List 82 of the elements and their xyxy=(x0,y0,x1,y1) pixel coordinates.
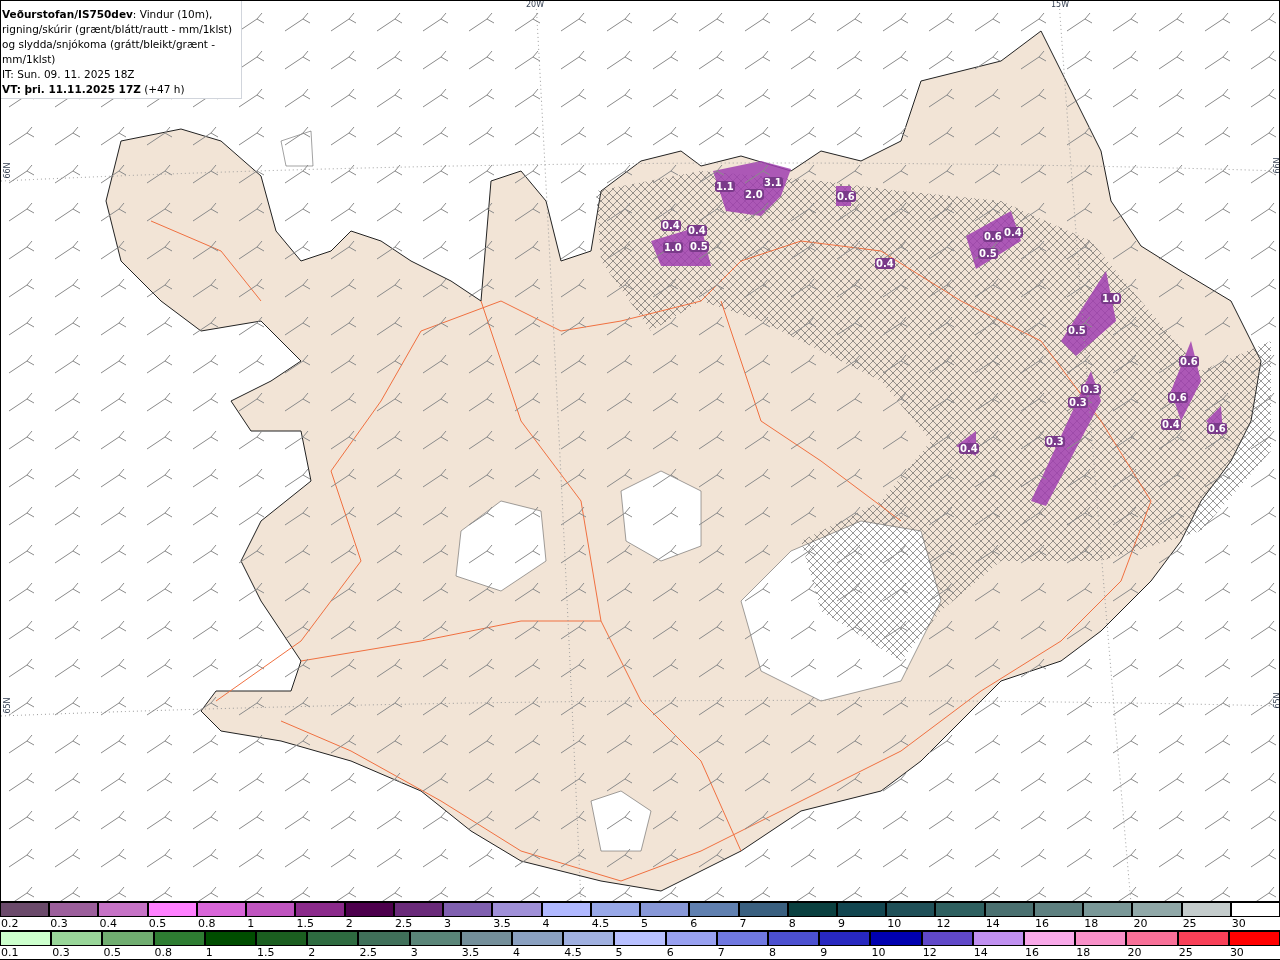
legend-value: 10 xyxy=(886,917,902,930)
legend-value: 0.5 xyxy=(102,946,121,959)
legend-value: 4 xyxy=(512,946,521,959)
legend-value: 3.5 xyxy=(492,917,511,930)
precipitation-value: 0.4 xyxy=(687,225,707,236)
legend-value: 9 xyxy=(819,946,828,959)
grid-label: 15W xyxy=(1051,1,1070,9)
legend-value: 4.5 xyxy=(563,946,582,959)
legend-value: 16 xyxy=(1033,917,1049,930)
legend-value: 4 xyxy=(541,917,550,930)
legend-value: 0.4 xyxy=(98,917,117,930)
legend-value: 25 xyxy=(1177,946,1193,959)
legend-value: 1 xyxy=(204,946,213,959)
precipitation-value: 3.1 xyxy=(763,177,783,188)
precipitation-value: 0.5 xyxy=(689,241,709,252)
legend-value: 4.5 xyxy=(590,917,610,930)
legend-value: 2.5 xyxy=(393,917,413,930)
legend-value: 30 xyxy=(1228,946,1244,959)
legend-value: 7 xyxy=(738,917,747,930)
legend-value: 1 xyxy=(246,917,255,930)
legend-value: 3 xyxy=(409,946,418,959)
precipitation-value: 0.5 xyxy=(1067,325,1087,336)
precipitation-value: 1.0 xyxy=(663,242,683,253)
legend-value: 1.5 xyxy=(295,917,314,930)
precipitation-value: 0.3 xyxy=(1081,384,1101,395)
grid-label: 66N xyxy=(1272,157,1279,174)
legend-value: 12 xyxy=(935,917,951,930)
precipitation-value: 0.4 xyxy=(661,220,681,231)
precipitation-value: 0.3 xyxy=(1045,436,1065,447)
legend-value: 0.3 xyxy=(49,917,68,930)
legend-value: 7 xyxy=(716,946,725,959)
legend-value: 0.1 xyxy=(0,946,19,959)
legend-value: 0.8 xyxy=(153,946,173,959)
precipitation-value: 0.6 xyxy=(836,191,856,202)
legend-value: 0.8 xyxy=(196,917,216,930)
precipitation-value: 0.6 xyxy=(983,231,1003,242)
legend-value: 18 xyxy=(1083,917,1099,930)
precipitation-value: 0.4 xyxy=(1161,419,1181,430)
legend-value: 0.3 xyxy=(51,946,70,959)
grid-label: 20W xyxy=(526,1,545,9)
legend-value: 6 xyxy=(665,946,674,959)
grid-label: 66N xyxy=(2,162,12,179)
precipitation-value: 0.6 xyxy=(1168,392,1188,403)
legend-value: 14 xyxy=(972,946,988,959)
grid-label: 65N xyxy=(2,697,12,714)
map-description: Veðurstofan/IS750dev: Vindur (10m), rigning/skúrir (grænt/blátt/rautt - mm/1klst) og slydda/snjókoma (grátt/bleikt/grænt - mm/1klst) xyxy=(2,7,234,67)
precipitation-value: 0.6 xyxy=(1207,423,1227,434)
legend-value: 5 xyxy=(614,946,623,959)
precipitation-value: 2.0 xyxy=(744,189,764,200)
legend-value: 14 xyxy=(984,917,1000,930)
legend-value: 3 xyxy=(443,917,452,930)
precipitation-value: 0.4 xyxy=(1003,227,1023,238)
precipitation-value: 0.4 xyxy=(959,443,979,454)
legend-value: 30 xyxy=(1230,917,1246,930)
legend-value: 5 xyxy=(640,917,649,930)
legend-value: 0.5 xyxy=(147,917,167,930)
precipitation-value: 0.4 xyxy=(875,258,895,269)
legend-value: 9 xyxy=(837,917,845,930)
legend-value: 20 xyxy=(1126,946,1142,959)
legend-value: 6 xyxy=(689,917,698,930)
legend-value: 18 xyxy=(1075,946,1091,959)
legend-value: 0.2 xyxy=(0,917,19,930)
grid-label: 65N xyxy=(1272,692,1279,709)
legend-value: 25 xyxy=(1181,917,1197,930)
legend-value: 2 xyxy=(344,917,353,930)
precipitation-value: 0.3 xyxy=(1068,397,1088,408)
precipitation-value: 0.6 xyxy=(1179,356,1199,367)
legend-value: 1.5 xyxy=(256,946,275,959)
precipitation-value: 0.5 xyxy=(978,248,998,259)
legend-value: 2.5 xyxy=(358,946,377,959)
precipitation-value: 1.1 xyxy=(715,181,735,192)
legend-value: 10 xyxy=(870,946,886,959)
legend-value: 2 xyxy=(307,946,316,959)
legend-value: 16 xyxy=(1024,946,1040,959)
legend-value: 3.5 xyxy=(460,946,480,959)
issue-time: IT: Sun. 09. 11. 2025 18Z xyxy=(2,67,136,82)
legend-value: 8 xyxy=(787,917,796,930)
legend-value: 8 xyxy=(768,946,777,959)
valid-time: VT: þri. 11.11.2025 17Z (+47 h) xyxy=(2,82,186,97)
precipitation-value: 1.0 xyxy=(1101,293,1121,304)
legend-value: 12 xyxy=(921,946,937,959)
legend-value: 20 xyxy=(1132,917,1148,930)
